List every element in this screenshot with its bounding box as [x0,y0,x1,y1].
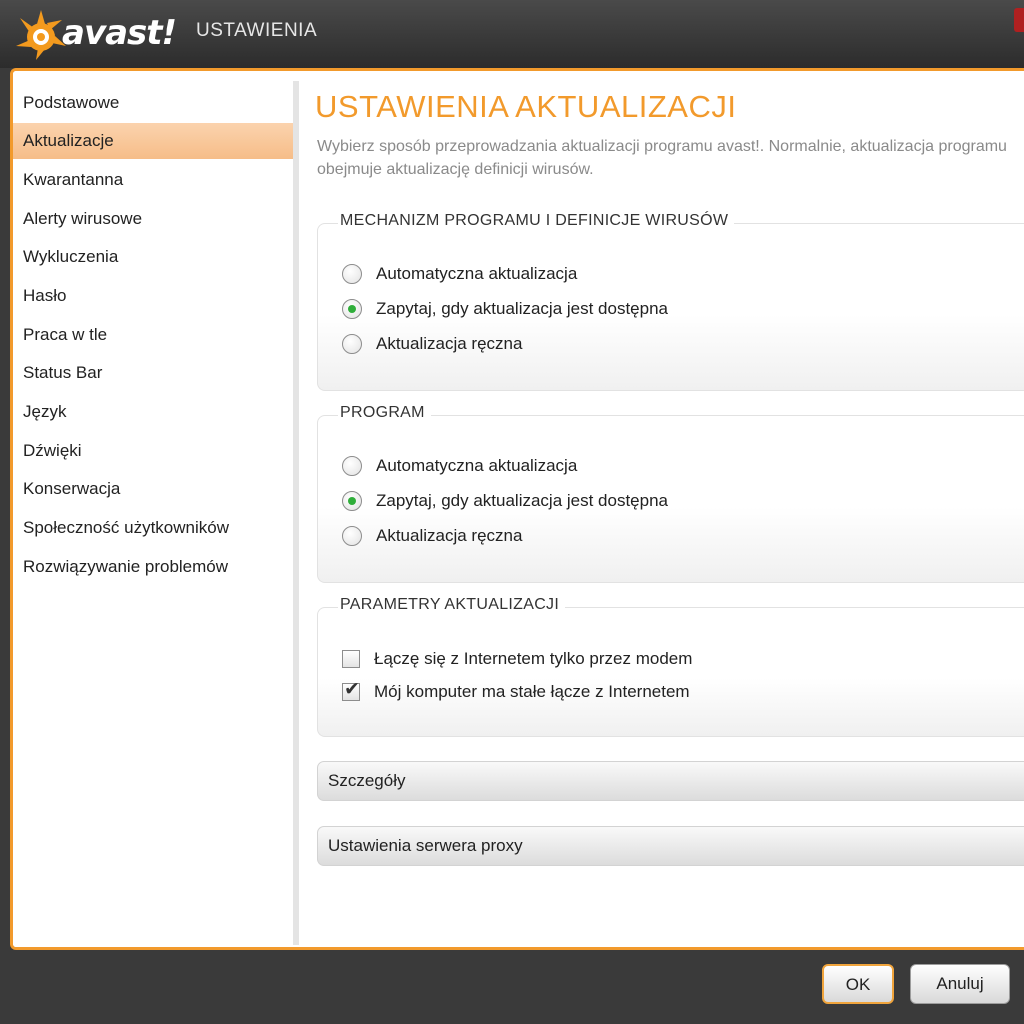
checkbox[interactable] [342,650,360,668]
radio-ask-update[interactable]: Zapytaj, gdy aktualizacja jest dostępna [342,488,668,514]
brand-name: avast! [62,13,177,53]
sidebar-item-dzwieki[interactable]: Dźwięki [13,433,293,469]
checkbox-modem[interactable]: Łączę się z Internetem tylko przez modem [342,646,692,672]
sidebar-item-jezyk[interactable]: Język [13,394,293,430]
radio-button-selected[interactable] [342,491,362,511]
sidebar-item-kwarantanna[interactable]: Kwarantanna [13,162,293,198]
sidebar-item-alerty-wirusowe[interactable]: Alerty wirusowe [13,201,293,237]
radio-auto-update[interactable]: Automatyczna aktualizacja [342,261,577,287]
radio-button[interactable] [342,334,362,354]
radio-ask-update[interactable]: Zapytaj, gdy aktualizacja jest dostępna [342,296,668,322]
window-title: USTAWIENIA [196,20,318,41]
checkbox-label: Mój komputer ma stałe łącze z Internetem [374,682,690,701]
radio-auto-update[interactable]: Automatyczna aktualizacja [342,453,577,479]
checkbox-checked[interactable] [342,678,360,701]
avast-logo: avast! [14,8,177,62]
page-title: USTAWIENIA AKTUALIZACJI [315,89,737,124]
sidebar-divider [293,81,299,945]
radio-button[interactable] [342,456,362,476]
sidebar-item-podstawowe[interactable]: Podstawowe [13,85,293,121]
main-content: USTAWIENIA AKTUALIZACJI Wybierz sposób p… [315,71,1024,947]
radio-manual-update[interactable]: Aktualizacja ręczna [342,331,522,357]
checkbox-label: Łączę się z Internetem tylko przez modem [374,649,693,668]
sidebar-item-rozwiazywanie-problemow[interactable]: Rozwiązywanie problemów [13,549,293,585]
sidebar-item-haslo[interactable]: Hasło [13,278,293,314]
option-label: Zapytaj, gdy aktualizacja jest dostępna [376,299,669,318]
option-label: Zapytaj, gdy aktualizacja jest dostępna [376,491,669,510]
group-title: PROGRAM [338,404,431,422]
cancel-button[interactable]: Anuluj [910,964,1010,1004]
sidebar-item-aktualizacje[interactable]: Aktualizacje [13,123,293,159]
radio-button[interactable] [342,526,362,546]
settings-panel: Podstawowe Aktualizacje Kwarantanna Aler… [10,68,1024,950]
sidebar-item-praca-w-tle[interactable]: Praca w tle [13,317,293,353]
option-label: Automatyczna aktualizacja [376,456,578,475]
group-parametry: PARAMETRY AKTUALIZACJI Łączę się z Inter… [317,596,1024,737]
title-bar: avast! USTAWIENIA [0,0,1024,68]
group-program: PROGRAM Automatyczna aktualizacja Zapyta… [317,404,1024,583]
close-button[interactable] [1014,8,1024,32]
group-title: MECHANIZM PROGRAMU I DEFINICJE WIRUSÓW [338,212,735,230]
section-szczegoly[interactable]: Szczegóły [317,761,1024,801]
section-proxy-settings[interactable]: Ustawienia serwera proxy [317,826,1024,866]
sidebar-item-wykluczenia[interactable]: Wykluczenia [13,239,293,275]
checkbox-permanent-connection[interactable]: Mój komputer ma stałe łącze z Internetem [342,678,690,705]
radio-button-selected[interactable] [342,299,362,319]
radio-manual-update[interactable]: Aktualizacja ręczna [342,523,522,549]
radio-button[interactable] [342,264,362,284]
sidebar-item-konserwacja[interactable]: Konserwacja [13,471,293,507]
sidebar: Podstawowe Aktualizacje Kwarantanna Aler… [13,71,293,947]
group-title: PARAMETRY AKTUALIZACJI [338,596,566,614]
page-description: Wybierz sposób przeprowadzania aktualiza… [317,138,1007,178]
option-label: Aktualizacja ręczna [376,334,523,353]
sidebar-item-status-bar[interactable]: Status Bar [13,355,293,391]
sidebar-item-spolecznosc[interactable]: Społeczność użytkowników [13,510,293,546]
ok-button[interactable]: OK [822,964,894,1004]
option-label: Automatyczna aktualizacja [376,264,578,283]
avast-logo-icon [14,8,68,62]
group-mechanizm: MECHANIZM PROGRAMU I DEFINICJE WIRUSÓW A… [317,212,1024,391]
option-label: Aktualizacja ręczna [376,526,523,545]
